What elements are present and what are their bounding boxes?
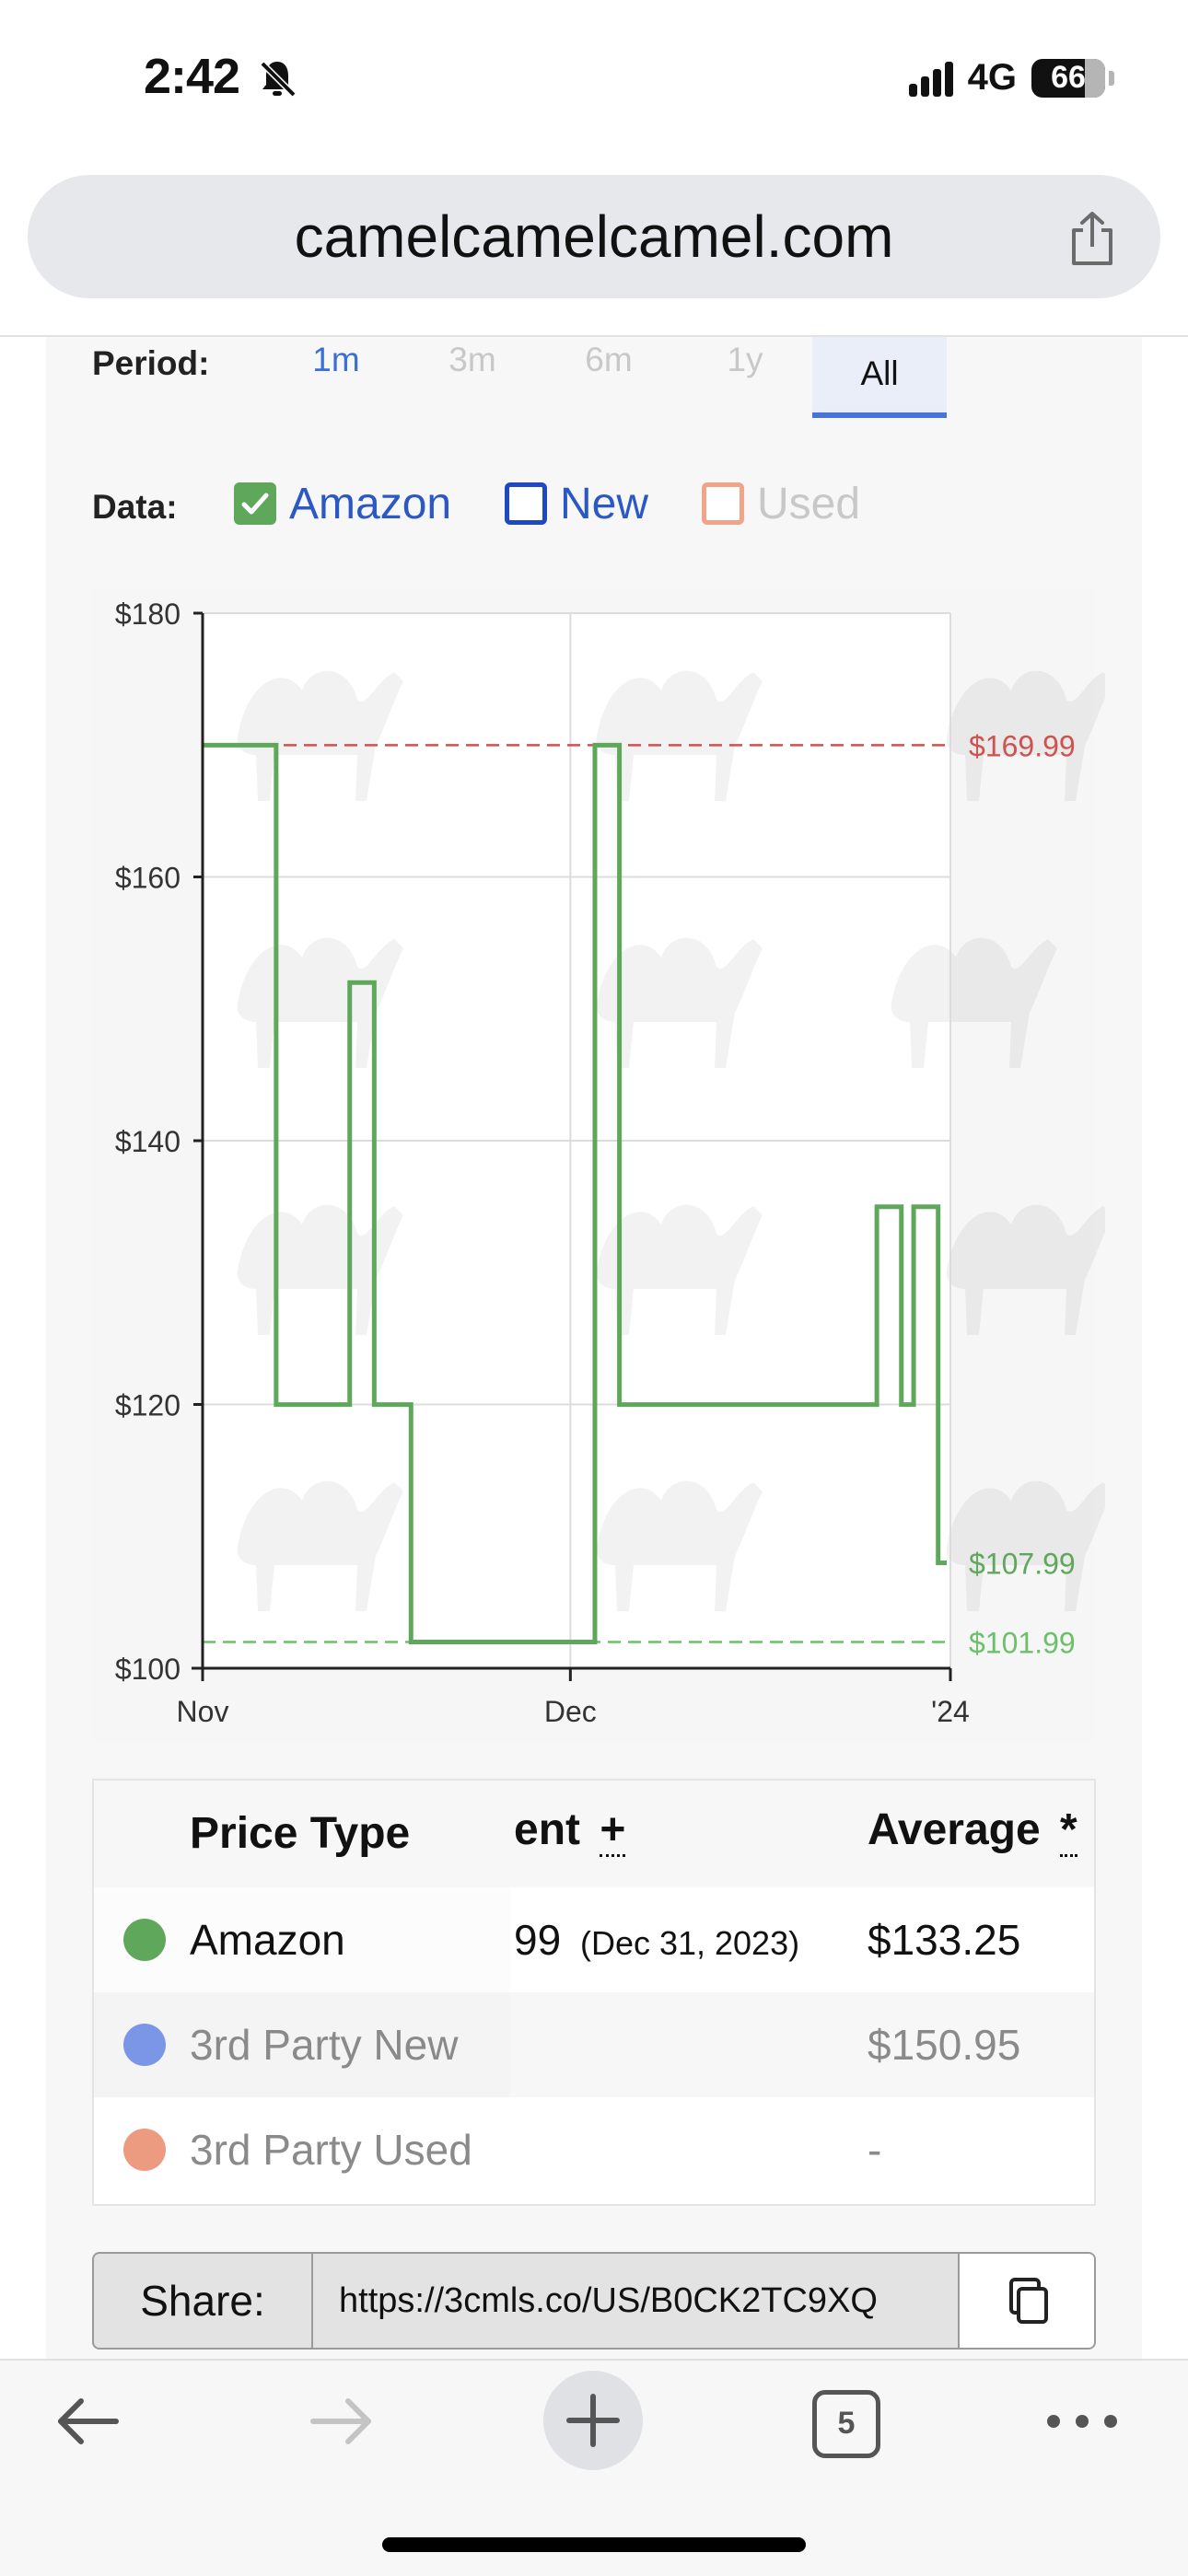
new-tab-button[interactable] <box>543 2371 643 2470</box>
new-dot-icon <box>123 2024 166 2066</box>
tab-3m: 3m <box>448 341 496 378</box>
header-current[interactable]: ent + <box>514 1804 626 1857</box>
last-price-label: $107.99 <box>969 1548 1076 1581</box>
reference-line-label: $101.99 <box>969 1626 1076 1659</box>
status-time: 2:42 <box>144 49 240 104</box>
y-tick-label: $140 <box>115 1125 181 1158</box>
silent-mode-icon <box>254 55 300 101</box>
tab-1m[interactable]: 1m <box>269 341 403 379</box>
plus-icon <box>566 2394 620 2447</box>
row-average: - <box>868 2126 882 2174</box>
row-name: 3rd Party New <box>190 2021 459 2069</box>
share-link-box: Share: https://3cmls.co/US/B0CK2TC9XQ <box>92 2252 1096 2350</box>
period-label: Period: <box>92 344 210 382</box>
back-button[interactable] <box>53 2394 122 2449</box>
share-icon[interactable] <box>1066 210 1118 267</box>
header-price-type: Price Type <box>190 1809 411 1858</box>
battery-icon: 66 <box>1031 58 1105 98</box>
header-average-label: Average <box>868 1805 1041 1854</box>
network-type: 4G <box>967 57 1017 98</box>
row-current-date: (Dec 31, 2023) <box>579 1924 800 1962</box>
tabs-button[interactable]: 5 <box>812 2390 880 2458</box>
battery-level: 66 <box>1051 60 1086 95</box>
used-checkbox[interactable] <box>702 482 744 525</box>
forward-button <box>308 2394 376 2449</box>
price-table: Price Type ent + Average * Amazon 99 (De… <box>92 1779 1096 2206</box>
y-tick-label: $180 <box>115 598 181 631</box>
tab-6m: 6m <box>585 341 633 378</box>
y-tick-label: $160 <box>115 862 181 895</box>
reference-line-label: $169.99 <box>969 729 1076 762</box>
status-indicators: 4G 66 <box>908 57 1114 99</box>
amazon-checkbox-label[interactable]: Amazon <box>289 479 451 529</box>
row-name: Amazon <box>190 1916 345 1964</box>
share-label: Share: <box>94 2254 313 2348</box>
share-url-field[interactable]: https://3cmls.co/US/B0CK2TC9XQ <box>313 2254 878 2348</box>
header-current-label: ent <box>514 1805 580 1854</box>
copy-button[interactable] <box>958 2254 1094 2348</box>
address-bar-url[interactable]: camelcamelcamel.com <box>0 203 1188 271</box>
price-history-chart: $100 $120 $140 $160 $180 Nov Dec '24 $169.99 $101… <box>92 589 1105 1740</box>
new-checkbox[interactable] <box>505 482 547 525</box>
home-indicator <box>382 2537 806 2552</box>
chart-background <box>92 589 1105 1740</box>
tab-1y: 1y <box>727 341 763 378</box>
x-tick-label: Nov <box>177 1695 229 1728</box>
header-current-sort[interactable]: + <box>600 1805 626 1857</box>
tab-count: 5 <box>837 2406 856 2441</box>
used-checkbox-label[interactable]: Used <box>757 479 860 529</box>
header-average[interactable]: Average * <box>868 1804 1077 1857</box>
x-tick-label: Dec <box>544 1695 597 1728</box>
forward-arrow-icon <box>310 2398 371 2444</box>
back-arrow-icon <box>58 2398 119 2444</box>
row-average: $133.25 <box>868 1916 1021 1964</box>
cellular-signal-icon <box>908 60 953 97</box>
copy-icon <box>1009 2278 1048 2324</box>
checkmark-icon <box>241 493 269 515</box>
row-average: $150.95 <box>868 2021 1021 2069</box>
header-average-sort[interactable]: * <box>1060 1805 1077 1857</box>
tab-all[interactable]: All <box>812 337 947 418</box>
amazon-checkbox[interactable] <box>234 482 276 525</box>
more-options-button[interactable] <box>1044 2405 1120 2438</box>
y-tick-label: $100 <box>115 1653 181 1686</box>
used-dot-icon <box>123 2129 166 2171</box>
y-tick-label: $120 <box>115 1389 181 1422</box>
x-tick-label: '24 <box>931 1695 970 1728</box>
ellipsis-icon <box>1047 2415 1117 2428</box>
row-current: 99 (Dec 31, 2023) <box>514 1915 799 1965</box>
data-label: Data: <box>92 488 178 526</box>
row-current-value: 99 <box>514 1916 562 1964</box>
new-checkbox-label[interactable]: New <box>560 479 648 529</box>
amazon-dot-icon <box>123 1919 166 1961</box>
row-name: 3rd Party Used <box>190 2126 472 2174</box>
